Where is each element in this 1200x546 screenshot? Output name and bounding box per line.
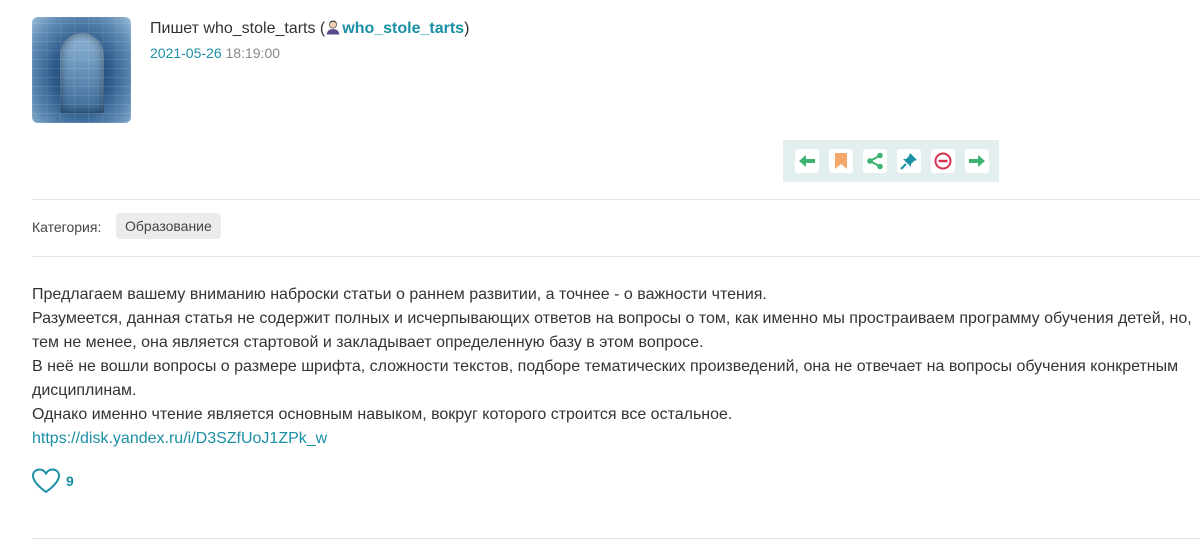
body-paragraph: В неё не вошли вопросы о размере шрифта,… bbox=[32, 358, 1179, 399]
post-body: Предлагаем вашему вниманию наброски стат… bbox=[32, 283, 1197, 451]
pin-button[interactable] bbox=[897, 149, 921, 173]
author-prefix: Пишет who_stole_tarts ( bbox=[150, 20, 326, 37]
block-button[interactable] bbox=[931, 149, 955, 173]
bookmark-icon bbox=[835, 153, 847, 169]
category-divider bbox=[32, 256, 1200, 257]
post-datetime: 2021-05-26 18:19:00 bbox=[150, 45, 280, 61]
category-badge[interactable]: Образование bbox=[116, 213, 221, 239]
body-paragraph: Предлагаем вашему вниманию наброски стат… bbox=[32, 286, 767, 303]
header-divider bbox=[32, 199, 1200, 200]
user-icon bbox=[325, 19, 341, 35]
author-avatar[interactable] bbox=[32, 17, 131, 123]
post-toolbar bbox=[783, 140, 999, 182]
heart-icon[interactable] bbox=[32, 468, 60, 494]
next-arrow-icon bbox=[969, 155, 985, 167]
author-username-link[interactable]: who_stole_tarts bbox=[342, 20, 464, 37]
share-icon bbox=[867, 152, 883, 170]
like-widget: 9 bbox=[32, 468, 74, 494]
like-count: 9 bbox=[66, 473, 74, 489]
post-time: 18:19:00 bbox=[225, 45, 281, 61]
yandex-disk-link[interactable]: https://disk.yandex.ru/i/D3SZfUoJ1ZPk_w bbox=[32, 430, 327, 447]
category-label: Категория: bbox=[32, 219, 102, 235]
body-paragraph: Однако именно чтение является основным н… bbox=[32, 406, 733, 423]
block-icon bbox=[934, 152, 952, 170]
next-post-button[interactable] bbox=[965, 149, 989, 173]
post-date-link[interactable]: 2021-05-26 bbox=[150, 45, 222, 61]
prev-post-button[interactable] bbox=[795, 149, 819, 173]
author-line: Пишет who_stole_tarts ( who_stole_tarts) bbox=[150, 19, 469, 38]
body-paragraph: Разумеется, данная статья не содержит по… bbox=[32, 310, 1192, 351]
footer-divider bbox=[32, 538, 1200, 539]
author-suffix: ) bbox=[464, 20, 470, 37]
bookmark-button[interactable] bbox=[829, 149, 853, 173]
prev-arrow-icon bbox=[799, 155, 815, 167]
share-button[interactable] bbox=[863, 149, 887, 173]
pin-icon bbox=[900, 153, 917, 170]
